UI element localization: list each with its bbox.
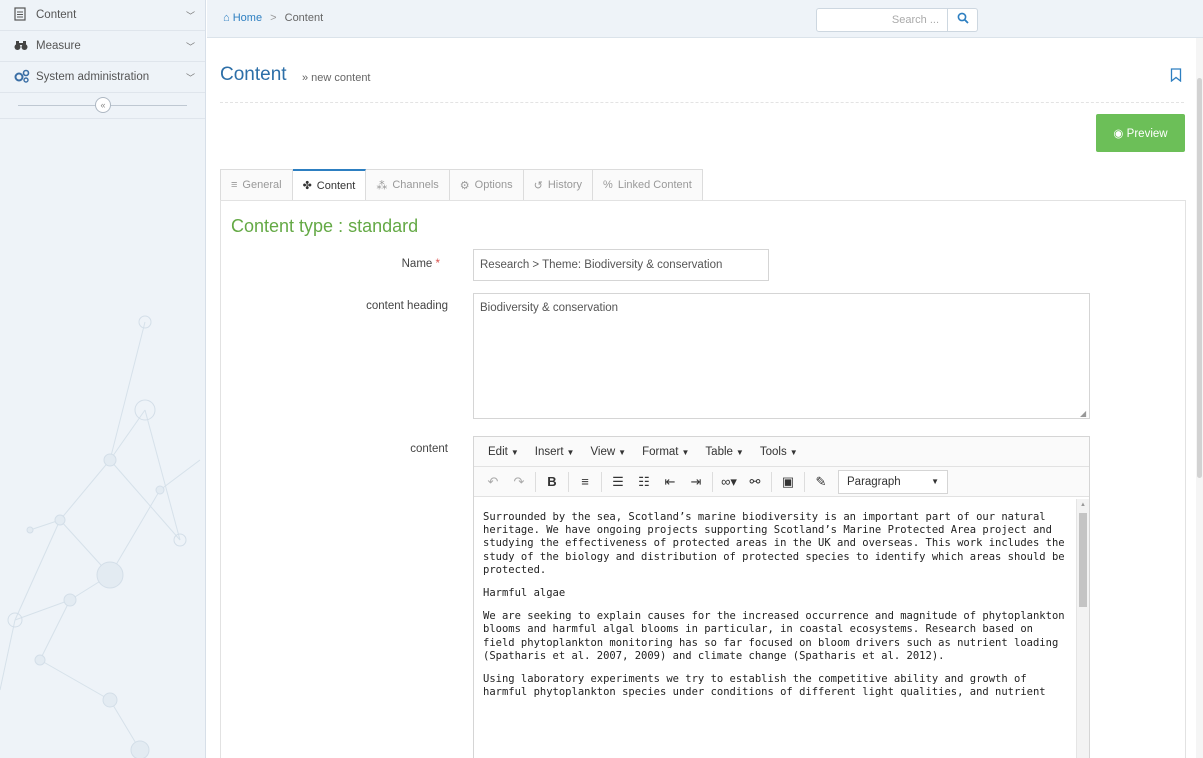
scroll-up-icon[interactable]: ▲	[1080, 502, 1086, 508]
gears-icon: ⚙	[459, 179, 470, 192]
page-subtitle: » new content	[302, 72, 371, 84]
tab-history[interactable]: ↺ History	[523, 169, 594, 201]
undo-icon[interactable]: ↶	[480, 470, 506, 494]
cubes-icon: ✤	[302, 180, 312, 192]
editor-paragraph: Surrounded by the sea, Scotland’s marine…	[483, 511, 1065, 576]
top-bar: ⌂ Home > Content	[207, 0, 1203, 38]
menu-tools[interactable]: Tools ▼	[760, 446, 798, 458]
list-icon: ≡	[231, 179, 238, 191]
rich-text-editor: Edit ▼ Insert ▼ View ▼ Format ▼ Table ▼ Tools…	[473, 436, 1090, 758]
indent-icon[interactable]: ⇥	[683, 470, 709, 494]
redo-icon[interactable]: ↷	[506, 470, 532, 494]
page-title: Content	[220, 64, 287, 85]
outdent-icon[interactable]: ⇤	[657, 470, 683, 494]
required-marker: *	[435, 258, 440, 270]
bullet-list-icon[interactable]: ☰	[605, 470, 631, 494]
link-icon[interactable]: ∞▾	[716, 470, 742, 494]
menu-insert[interactable]: Insert ▼	[535, 446, 575, 458]
caret-down-icon: ▼	[566, 447, 575, 457]
numbered-list-icon[interactable]: ☷	[631, 470, 657, 494]
content-label: content	[410, 443, 448, 455]
content-heading-textarea[interactable]: Biodiversity & conservation	[473, 293, 1090, 419]
sidebar-item-system-administration[interactable]: System administration ﹀	[0, 62, 205, 93]
editor-content-area[interactable]: Surrounded by the sea, Scotland’s marine…	[474, 499, 1077, 758]
chevron-down-icon: ﹀	[185, 41, 195, 52]
editor-paragraph: Harmful algae	[483, 587, 566, 600]
sidebar-item-measure[interactable]: Measure ﹀	[0, 31, 205, 62]
eye-icon: ◉	[1113, 128, 1124, 140]
menu-format[interactable]: Format ▼	[642, 446, 689, 458]
chevron-down-icon: ﹀	[185, 72, 195, 83]
eraser-icon[interactable]: ✎	[808, 470, 834, 494]
editor-scroll-thumb[interactable]	[1079, 513, 1087, 607]
name-label: Name *	[401, 258, 440, 270]
breadcrumb-separator: >	[270, 12, 277, 24]
tab-content[interactable]: ✤ Content	[292, 169, 367, 201]
bold-icon[interactable]: B	[539, 470, 565, 494]
name-input[interactable]	[473, 249, 769, 281]
caret-down-icon: ▼	[681, 447, 690, 457]
format-select[interactable]: Paragraph ▼	[838, 469, 948, 494]
tab-options[interactable]: ⚙ Options	[449, 169, 524, 201]
collapse-sidebar-button[interactable]: «	[95, 97, 111, 113]
menu-view[interactable]: View ▼	[590, 446, 626, 458]
caret-down-icon: ▼	[931, 477, 939, 486]
page-scrollbar[interactable]	[1196, 38, 1203, 758]
tab-general[interactable]: ≡ General	[220, 169, 293, 201]
caret-down-icon: ▼	[789, 447, 798, 457]
title-divider	[220, 102, 1184, 103]
search-button[interactable]	[948, 8, 978, 32]
breadcrumb-current: Content	[284, 12, 324, 24]
gears-icon	[14, 69, 36, 86]
link-icon: %	[603, 179, 613, 191]
binoculars-icon	[14, 39, 36, 54]
tab-bar: ≡ General ✤ Content ⁂ Channels ⚙ Options ↺ Hi…	[220, 169, 703, 201]
search-icon	[957, 12, 969, 24]
caret-down-icon: ▼	[618, 447, 627, 457]
caret-down-icon: ▼	[510, 447, 519, 457]
sitemap-icon: ⁂	[376, 179, 388, 192]
content-heading-label: content heading	[366, 300, 448, 312]
document-icon	[14, 6, 36, 24]
page-scroll-thumb[interactable]	[1197, 78, 1202, 478]
align-left-icon[interactable]: ≡	[572, 470, 598, 494]
breadcrumb-home-link[interactable]: ⌂ Home	[223, 12, 265, 24]
bookmark-icon[interactable]	[1170, 68, 1182, 82]
editor-toolbar: ↶ ↷ B ≡ ☰ ☷ ⇤ ⇥ ∞▾ ⚯ ▣ ✎ Paragraph ▼	[474, 467, 1089, 497]
content-type-heading: Content type : standard	[231, 216, 419, 236]
sidebar-item-content[interactable]: Content ﹀	[0, 0, 205, 31]
network-background-graphic	[0, 315, 201, 758]
sidebar-item-label: Content	[36, 9, 77, 21]
breadcrumb: ⌂ Home > Content	[223, 12, 323, 24]
unlink-icon[interactable]: ⚯	[742, 470, 768, 494]
tab-linked-content[interactable]: % Linked Content	[593, 169, 703, 201]
chevron-down-icon: ﹀	[185, 10, 195, 21]
image-icon[interactable]: ▣	[775, 470, 801, 494]
editor-menubar: Edit ▼ Insert ▼ View ▼ Format ▼ Table ▼ Tools…	[474, 437, 1089, 467]
menu-table[interactable]: Table ▼	[705, 446, 743, 458]
home-icon: ⌂	[223, 12, 230, 24]
tab-channels[interactable]: ⁂ Channels	[366, 169, 450, 201]
sidebar-collapse-row: «	[0, 93, 205, 119]
resize-grip-icon[interactable]: ◢	[1080, 409, 1086, 418]
editor-scrollbar[interactable]: ▲	[1076, 499, 1089, 758]
history-icon: ↺	[533, 179, 543, 192]
sidebar: Content ﹀ Measure ﹀ System administratio…	[0, 0, 206, 758]
sidebar-item-label: System administration	[36, 71, 150, 83]
editor-paragraph: Using laboratory experiments we try to e…	[483, 673, 1046, 699]
preview-button[interactable]: ◉ Preview	[1096, 114, 1185, 152]
search-input[interactable]	[816, 8, 948, 32]
caret-down-icon: ▼	[735, 447, 744, 457]
sidebar-item-label: Measure	[36, 40, 81, 52]
editor-paragraph: We are seeking to explain causes for the…	[483, 610, 1065, 662]
menu-edit[interactable]: Edit ▼	[488, 446, 519, 458]
